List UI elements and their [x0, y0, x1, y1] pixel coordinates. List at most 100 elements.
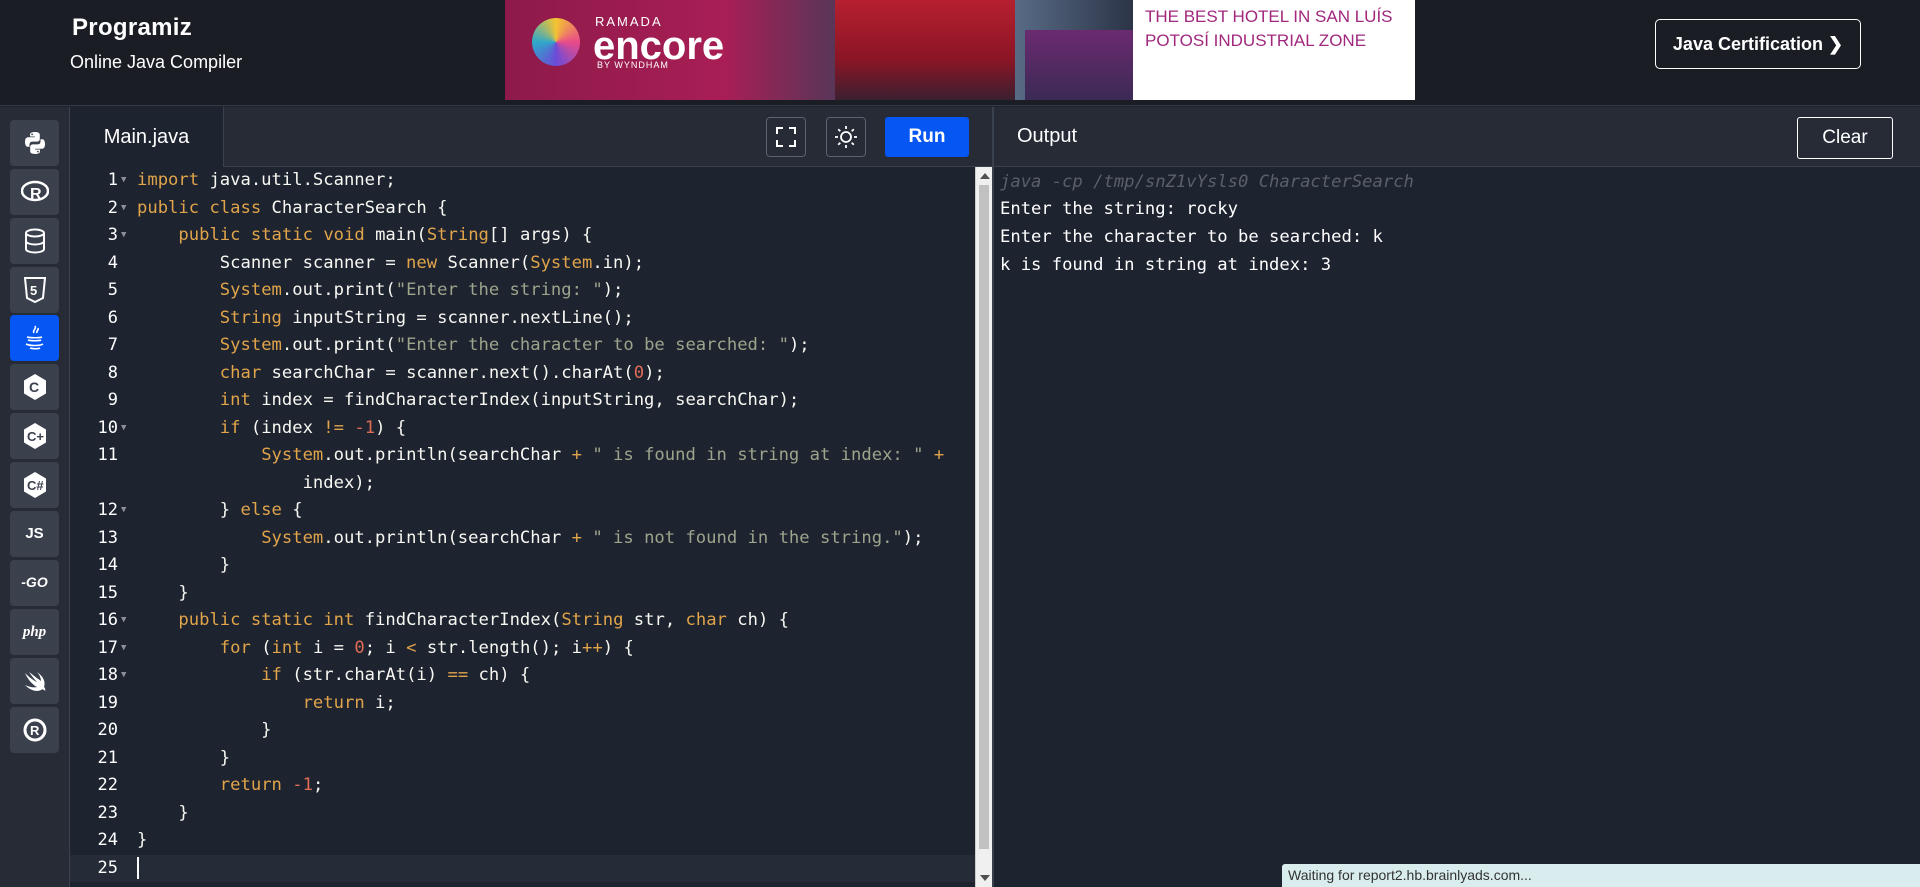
- sidebar-item-js[interactable]: JS: [10, 511, 59, 557]
- logo-text: Programiz: [72, 14, 193, 41]
- c-icon: C: [22, 373, 48, 401]
- code-line[interactable]: 1 ▼ import java.util.Scanner;: [70, 167, 975, 195]
- code-line[interactable]: 25: [70, 854, 975, 883]
- svg-text:R: R: [30, 723, 40, 738]
- code-line[interactable]: 18 ▼ if (str.charAt(i) == ch) {: [70, 662, 975, 690]
- line-number: 11: [97, 445, 118, 465]
- sidebar-item-r[interactable]: R: [10, 169, 59, 215]
- sidebar-item-c[interactable]: C: [10, 364, 59, 410]
- code-text: }: [137, 720, 272, 740]
- output-line: Enter the string: rocky: [1000, 199, 1238, 219]
- sidebar-item-swift[interactable]: [10, 658, 59, 704]
- theme-toggle-button[interactable]: [826, 117, 866, 157]
- code-line[interactable]: 14 }: [70, 552, 975, 580]
- fold-arrow-icon[interactable]: ▼: [121, 195, 126, 223]
- code-text: index);: [137, 472, 375, 493]
- svg-text:C+: C+: [27, 429, 44, 444]
- code-text: char searchChar = scanner.next().charAt(…: [219, 362, 665, 383]
- code-line[interactable]: index);: [70, 470, 975, 498]
- java-certification-button[interactable]: Java Certification ❯: [1655, 19, 1861, 69]
- code-line[interactable]: 23 }: [70, 800, 975, 828]
- line-number: 20: [97, 720, 118, 740]
- code-line[interactable]: 16 ▼ public static int findCharacterIndex…: [70, 607, 975, 635]
- code-line[interactable]: 5 System.out.print("Enter the string: ")…: [70, 277, 975, 305]
- line-number: 3: [107, 225, 118, 245]
- sql-icon: [24, 228, 46, 254]
- code-line[interactable]: 7 System.out.print("Enter the character …: [70, 332, 975, 360]
- ad-brand-sub: BY WYNDHAM: [597, 60, 669, 70]
- tab-main-java[interactable]: Main.java: [70, 107, 224, 167]
- line-number: 17: [97, 637, 118, 658]
- scrollbar-thumb[interactable]: [979, 185, 989, 849]
- code-line[interactable]: 10 ▼ if (index != -1) {: [70, 415, 975, 443]
- code-text: for (int i = 0; i < str.length(); i++) {: [219, 637, 634, 658]
- svg-text:C#: C#: [27, 478, 44, 493]
- sidebar-item-java[interactable]: [10, 315, 59, 361]
- fold-arrow-icon[interactable]: ▼: [121, 415, 126, 443]
- code-line[interactable]: 20 }: [70, 717, 975, 745]
- sidebar-item-sql[interactable]: [10, 218, 59, 264]
- code-text: }: [137, 747, 231, 768]
- code-line[interactable]: 22 return -1;: [70, 772, 975, 800]
- programiz-logo[interactable]: Programiz: [72, 14, 192, 42]
- code-line[interactable]: 12 ▼ } else {: [70, 497, 975, 525]
- code-editor[interactable]: 1 ▼ import java.util.Scanner; 2 ▼ public clas…: [70, 167, 975, 887]
- code-line[interactable]: 21 }: [70, 745, 975, 773]
- code-line[interactable]: 19 return i;: [70, 690, 975, 718]
- line-number: 21: [97, 747, 118, 768]
- sidebar-item-cpp[interactable]: C+: [10, 413, 59, 459]
- code-text: [137, 855, 139, 883]
- code-line[interactable]: 8 char searchChar = scanner.next().charA…: [70, 360, 975, 388]
- code-line[interactable]: 6 String inputString = scanner.nextLine(…: [70, 305, 975, 333]
- code-text: public static void main(String[] args) {: [178, 225, 593, 245]
- code-line[interactable]: 4 Scanner scanner = new Scanner(System.i…: [70, 250, 975, 278]
- html5-icon: 5: [23, 277, 47, 303]
- browser-status-bar: Waiting for report2.hb.brainlyads.com...: [1282, 864, 1920, 887]
- sidebar-item-php[interactable]: php: [10, 609, 59, 655]
- line-number: 14: [97, 555, 118, 575]
- code-line[interactable]: 11 System.out.println(searchChar + " is …: [70, 442, 975, 470]
- ad-banner[interactable]: RAMADA encore BY WYNDHAM THE BEST HOTEL …: [505, 0, 1415, 100]
- code-text: }: [137, 802, 189, 823]
- sidebar-item-rust[interactable]: R: [10, 707, 59, 753]
- line-number: 1: [107, 170, 118, 190]
- code-line[interactable]: 13 System.out.println(searchChar + " is …: [70, 525, 975, 553]
- line-number: 16: [97, 610, 118, 630]
- fullscreen-button[interactable]: [766, 117, 806, 157]
- line-number: 12: [97, 500, 118, 520]
- output-header: Output Clear: [994, 107, 1920, 167]
- scroll-up-arrow-icon[interactable]: [980, 173, 990, 179]
- code-text: return i;: [302, 692, 396, 713]
- code-line[interactable]: 24}: [70, 827, 975, 855]
- code-text: }: [137, 555, 231, 575]
- sidebar-item-python[interactable]: [10, 120, 59, 166]
- fold-arrow-icon[interactable]: ▼: [121, 167, 126, 195]
- code-text: int index = findCharacterIndex(inputStri…: [219, 390, 800, 410]
- sidebar-item-go[interactable]: -GO: [10, 560, 59, 606]
- fold-arrow-icon[interactable]: ▼: [121, 635, 126, 663]
- code-line[interactable]: 17 ▼ for (int i = 0; i < str.length(); i+…: [70, 635, 975, 663]
- line-number: 10: [97, 417, 118, 438]
- code-line[interactable]: 2 ▼ public class CharacterSearch {: [70, 195, 975, 223]
- output-console[interactable]: java -cp /tmp/snZ1vYsls0 CharacterSearch…: [994, 167, 1920, 887]
- fold-arrow-icon[interactable]: ▼: [121, 222, 126, 250]
- code-line[interactable]: 9 int index = findCharacterIndex(inputSt…: [70, 387, 975, 415]
- code-line[interactable]: 3 ▼ public static void main(String[] args…: [70, 222, 975, 250]
- fold-arrow-icon[interactable]: ▼: [121, 607, 126, 635]
- editor-scrollbar[interactable]: [975, 167, 992, 887]
- swift-icon: [22, 669, 48, 693]
- code-line[interactable]: 15 }: [70, 580, 975, 608]
- output-line: Enter the character to be searched: k: [1000, 227, 1383, 247]
- output-line: k is found in string at index: 3: [1000, 255, 1332, 275]
- r-icon: R: [20, 180, 49, 204]
- fold-arrow-icon[interactable]: ▼: [121, 497, 126, 525]
- fold-arrow-icon[interactable]: ▼: [121, 662, 126, 690]
- python-icon: [22, 130, 48, 156]
- scroll-down-arrow-icon[interactable]: [980, 875, 990, 881]
- java-icon: [22, 324, 48, 352]
- sidebar-item-csharp[interactable]: C#: [10, 462, 59, 508]
- run-button[interactable]: Run: [885, 117, 969, 157]
- sidebar-item-html5[interactable]: 5: [10, 267, 59, 313]
- editor-toolbar: Main.java Run: [70, 107, 992, 167]
- clear-button[interactable]: Clear: [1797, 117, 1893, 159]
